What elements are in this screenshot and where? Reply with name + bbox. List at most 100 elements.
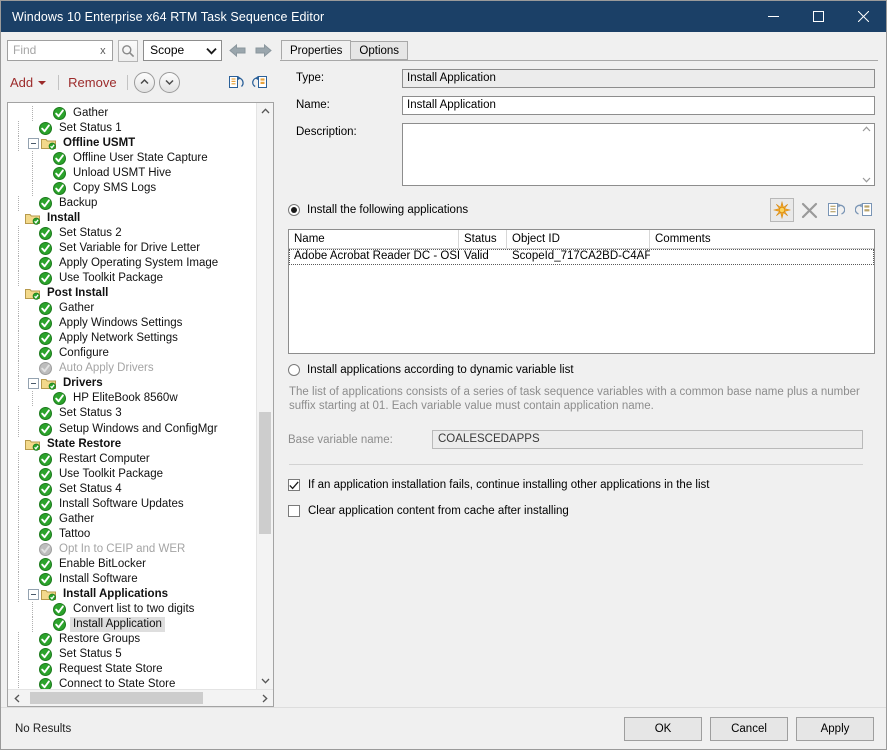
install-dynamic-radio[interactable] — [288, 364, 300, 376]
minimize-button[interactable] — [751, 1, 796, 32]
tree-item-drivers[interactable]: Drivers — [10, 376, 256, 391]
tree-item-restore-groups[interactable]: Restore Groups — [10, 632, 256, 647]
tree-item-apply-operating-system-image[interactable]: Apply Operating System Image — [10, 256, 256, 271]
tree-item-install-application[interactable]: Install Application — [10, 617, 256, 632]
clear-cache-checkbox[interactable] — [288, 505, 300, 517]
tree-item-apply-windows-settings[interactable]: Apply Windows Settings — [10, 316, 256, 331]
install-following-label[interactable]: Install the following applications — [307, 204, 468, 216]
tree-item-post-install[interactable]: Post Install — [10, 286, 256, 301]
tree-collapse-toggle[interactable] — [28, 378, 39, 389]
application-grid[interactable]: Name Status Object ID Comments Adobe Acr… — [288, 229, 875, 354]
tree-item-offline-usmt[interactable]: Offline USMT — [10, 136, 256, 151]
tree-item-gather[interactable]: Gather — [10, 301, 256, 316]
cancel-button[interactable]: Cancel — [710, 717, 788, 741]
tree-item-set-variable-for-drive-letter[interactable]: Set Variable for Drive Letter — [10, 241, 256, 256]
tree-item-enable-bitlocker[interactable]: Enable BitLocker — [10, 557, 256, 572]
install-dynamic-label[interactable]: Install applications according to dynami… — [307, 364, 574, 376]
tree-item-unload-usmt-hive[interactable]: Unload USMT Hive — [10, 166, 256, 181]
tree-node-list[interactable]: GatherSet Status 1Offline USMTOffline Us… — [8, 103, 256, 690]
move-application-down-button[interactable] — [851, 198, 875, 222]
move-application-up-button[interactable] — [824, 198, 848, 222]
tree-item-set-status-3[interactable]: Set Status 3 — [10, 406, 256, 421]
tree-item-convert-list-to-two-digits[interactable]: Convert list to two digits — [10, 602, 256, 617]
scroll-up-button[interactable] — [257, 103, 273, 120]
copy-icon[interactable] — [225, 71, 248, 93]
tree-item-backup[interactable]: Backup — [10, 196, 256, 211]
tab-options[interactable]: Options — [350, 41, 408, 60]
ok-button[interactable]: OK — [624, 717, 702, 741]
tree-item-install-applications[interactable]: Install Applications — [10, 587, 256, 602]
navigate-back-button[interactable] — [227, 39, 248, 62]
tree-item-offline-user-state-capture[interactable]: Offline User State Capture — [10, 151, 256, 166]
tree-item-connect-to-state-store[interactable]: Connect to State Store — [10, 677, 256, 689]
maximize-button[interactable] — [796, 1, 841, 32]
description-scrollbar[interactable] — [859, 124, 874, 185]
install-dynamic-row: Install applications according to dynami… — [288, 364, 875, 376]
paste-icon[interactable] — [248, 71, 271, 93]
continue-on-fail-label[interactable]: If an application installation fails, co… — [308, 479, 709, 491]
tree-item-tattoo[interactable]: Tattoo — [10, 527, 256, 542]
tree-collapse-toggle[interactable] — [28, 589, 39, 600]
delete-application-button[interactable] — [797, 198, 821, 222]
tree-horizontal-scrollbar[interactable] — [8, 689, 273, 706]
grid-header-comments[interactable]: Comments — [650, 230, 874, 249]
scope-dropdown[interactable]: Scope — [143, 40, 221, 61]
apply-button[interactable]: Apply — [796, 717, 874, 741]
table-row[interactable]: Adobe Acrobat Reader DC - OSD ... Valid … — [289, 249, 874, 265]
scroll-right-button[interactable] — [256, 690, 273, 706]
disabled-step-icon — [39, 543, 52, 556]
vertical-scroll-thumb[interactable] — [259, 412, 271, 534]
tab-properties[interactable]: Properties — [281, 40, 351, 60]
search-button[interactable] — [118, 40, 139, 62]
grid-header-status[interactable]: Status — [459, 230, 507, 249]
tree-item-set-status-1[interactable]: Set Status 1 — [10, 121, 256, 136]
scroll-down-button[interactable] — [257, 672, 273, 689]
base-variable-field[interactable]: COALESCEDAPPS — [432, 430, 863, 449]
tree-item-setup-windows-and-configmgr[interactable]: Setup Windows and ConfigMgr — [10, 421, 256, 436]
add-dropdown-caret-icon[interactable] — [38, 81, 46, 85]
add-application-button[interactable] — [770, 198, 794, 222]
tree-item-request-state-store[interactable]: Request State Store — [10, 662, 256, 677]
grid-body[interactable]: Adobe Acrobat Reader DC - OSD ... Valid … — [289, 249, 874, 353]
install-following-radio[interactable] — [288, 204, 300, 216]
tree-collapse-toggle[interactable] — [28, 138, 39, 149]
tree-item-set-status-2[interactable]: Set Status 2 — [10, 226, 256, 241]
search-input[interactable]: Find x — [7, 40, 113, 61]
vertical-scroll-track[interactable] — [257, 120, 273, 673]
tree-item-hp-elitebook-8560w[interactable]: HP EliteBook 8560w — [10, 391, 256, 406]
remove-button[interactable]: Remove — [65, 75, 120, 90]
tree-item-use-toolkit-package[interactable]: Use Toolkit Package — [10, 271, 256, 286]
scroll-left-button[interactable] — [8, 690, 25, 706]
tree-item-gather[interactable]: Gather — [10, 106, 256, 121]
clear-cache-label[interactable]: Clear application content from cache aft… — [308, 505, 569, 517]
tree-item-state-restore[interactable]: State Restore — [10, 437, 256, 452]
tree-item-configure[interactable]: Configure — [10, 346, 256, 361]
add-button[interactable]: Add — [7, 75, 37, 90]
grid-header-object-id[interactable]: Object ID — [507, 230, 650, 249]
navigate-forward-button[interactable] — [253, 39, 274, 62]
tree-item-install-software-updates[interactable]: Install Software Updates — [10, 497, 256, 512]
tree-item-install-software[interactable]: Install Software — [10, 572, 256, 587]
tree-item-use-toolkit-package[interactable]: Use Toolkit Package — [10, 467, 256, 482]
tree-item-install[interactable]: Install — [10, 211, 256, 226]
name-field[interactable]: Install Application — [402, 96, 875, 115]
close-button[interactable] — [841, 1, 886, 32]
horizontal-scroll-thumb[interactable] — [30, 692, 203, 704]
clear-search-icon[interactable]: x — [98, 45, 109, 57]
continue-on-fail-checkbox[interactable] — [288, 479, 300, 491]
move-up-button[interactable] — [134, 72, 155, 93]
tree-item-set-status-5[interactable]: Set Status 5 — [10, 647, 256, 662]
tree-item-opt-in-to-ceip-and-wer[interactable]: Opt In to CEIP and WER — [10, 542, 256, 557]
description-field[interactable] — [402, 123, 875, 186]
horizontal-scroll-track[interactable] — [25, 690, 256, 706]
tree-item-apply-network-settings[interactable]: Apply Network Settings — [10, 331, 256, 346]
tree-item-copy-sms-logs[interactable]: Copy SMS Logs — [10, 181, 256, 196]
grid-header-name[interactable]: Name — [289, 230, 459, 249]
tree-vertical-scrollbar[interactable] — [256, 103, 273, 690]
description-textarea[interactable] — [403, 124, 859, 185]
tree-item-set-status-4[interactable]: Set Status 4 — [10, 482, 256, 497]
tree-item-restart-computer[interactable]: Restart Computer — [10, 452, 256, 467]
move-down-button[interactable] — [159, 72, 180, 93]
tree-item-auto-apply-drivers[interactable]: Auto Apply Drivers — [10, 361, 256, 376]
tree-item-gather[interactable]: Gather — [10, 512, 256, 527]
